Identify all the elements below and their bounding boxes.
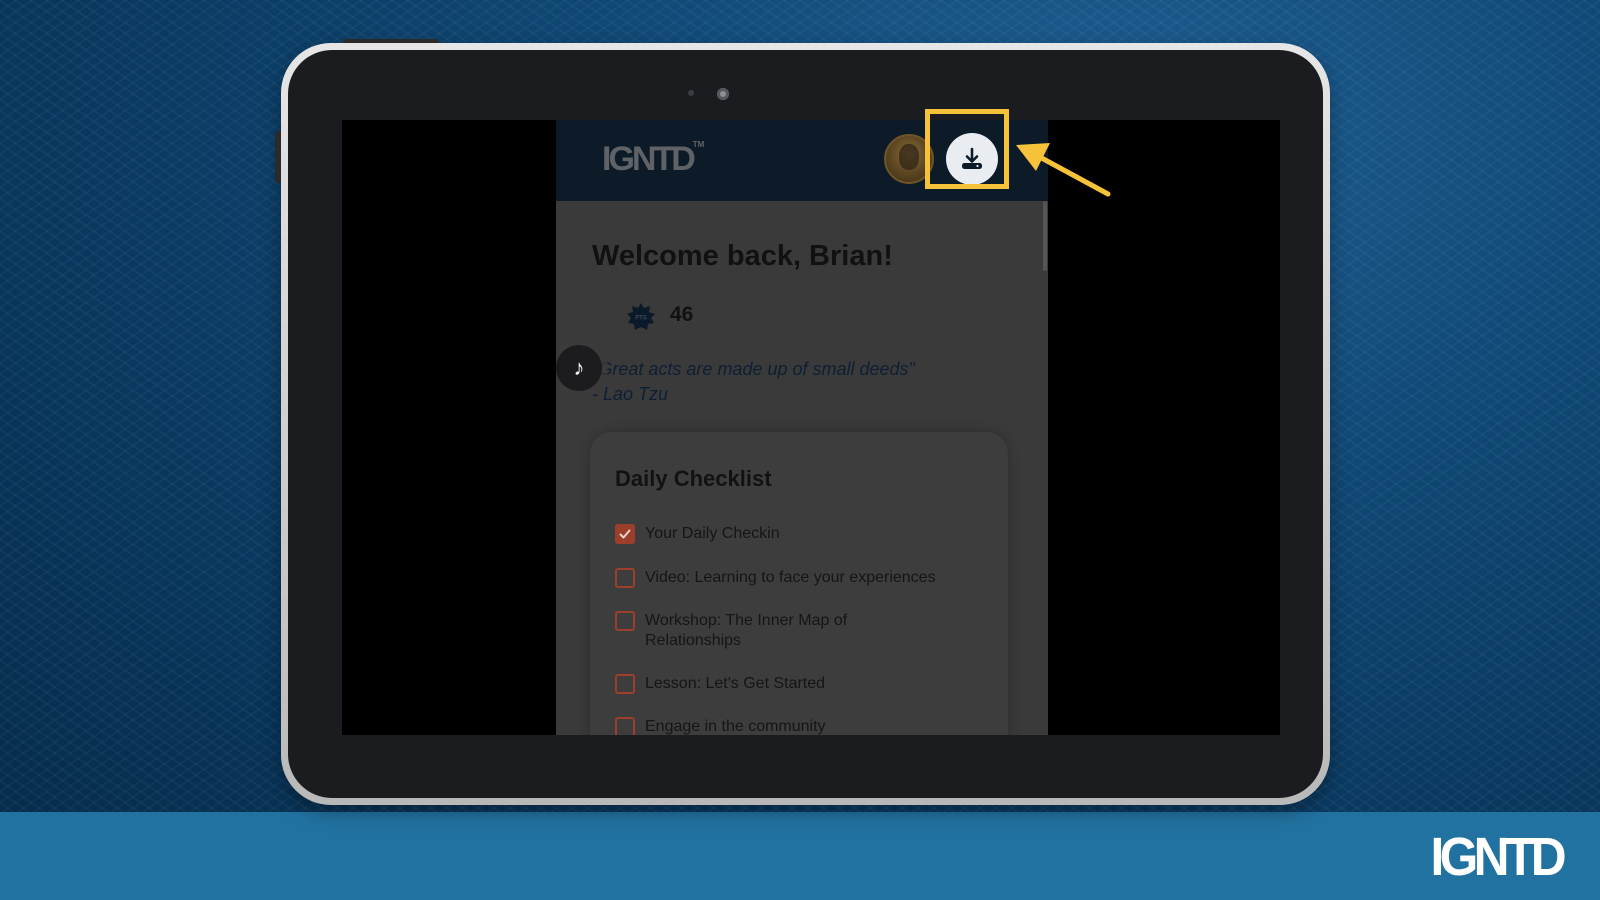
checkbox[interactable] (615, 717, 635, 735)
front-camera (717, 88, 729, 100)
checklist-item[interactable]: Engage in the community (615, 717, 826, 735)
tablet-volume-button (275, 131, 281, 183)
checkbox[interactable] (615, 674, 635, 694)
checklist-title: Daily Checklist (615, 466, 772, 491)
sensor-dot (688, 90, 694, 96)
points-badge-label: PTS (635, 316, 647, 322)
footer-brand-logo: IGNTD (1430, 827, 1566, 887)
quote-author: - Lao Tzu (592, 384, 669, 404)
checkbox[interactable] (615, 568, 635, 588)
bottom-band (0, 812, 1600, 900)
checklist-item-label: Lesson: Let's Get Started (645, 675, 826, 692)
checklist-item[interactable]: Workshop: The Inner Map of Relationships (615, 611, 915, 651)
tablet-screen: IGNTDTM Welcome back, Brian! PTS 46 "Gre… (342, 120, 1280, 735)
checklist-item-label: Workshop: The Inner Map of Relationships (645, 612, 848, 649)
points-badge-icon: PTS (627, 303, 655, 330)
checklist-item-label: Video: Learning to face your experiences (645, 569, 936, 586)
trademark-mark: TM (692, 140, 705, 149)
app-logo[interactable]: IGNTDTM (602, 140, 704, 179)
checklist-item[interactable]: Your Daily Checkin (615, 524, 780, 544)
tiktok-button[interactable]: ♪ (556, 345, 602, 391)
download-highlight-box (925, 109, 1009, 189)
quote-block: "Great acts are made up of small deeds" … (592, 357, 1012, 407)
app-logo-text: IGNTD (602, 140, 696, 178)
points-value: 46 (670, 303, 694, 326)
app-view: IGNTDTM Welcome back, Brian! PTS 46 "Gre… (556, 120, 1048, 735)
pointer-arrow-icon (1016, 143, 1111, 197)
checklist-item-label: Engage in the community (645, 718, 826, 735)
avatar-face (899, 144, 919, 170)
tablet-device: IGNTDTM Welcome back, Brian! PTS 46 "Gre… (275, 39, 1330, 805)
tablet-power-button (343, 39, 439, 43)
checklist-item[interactable]: Video: Learning to face your experiences (615, 568, 936, 588)
checklist-item[interactable]: Lesson: Let's Get Started (615, 674, 825, 694)
daily-checklist-card: Daily Checklist Your Daily Checkin Video… (590, 432, 1008, 735)
checkmark-icon (619, 529, 631, 539)
welcome-heading: Welcome back, Brian! (592, 240, 893, 272)
tiktok-icon: ♪ (573, 355, 585, 380)
checklist-item-label: Your Daily Checkin (645, 525, 780, 542)
checkbox-checked[interactable] (615, 524, 635, 544)
tablet-bezel: IGNTDTM Welcome back, Brian! PTS 46 "Gre… (288, 50, 1323, 798)
scrollbar[interactable] (1043, 201, 1047, 271)
checkbox[interactable] (615, 611, 635, 631)
quote-text: "Great acts are made up of small deeds" (592, 359, 915, 379)
